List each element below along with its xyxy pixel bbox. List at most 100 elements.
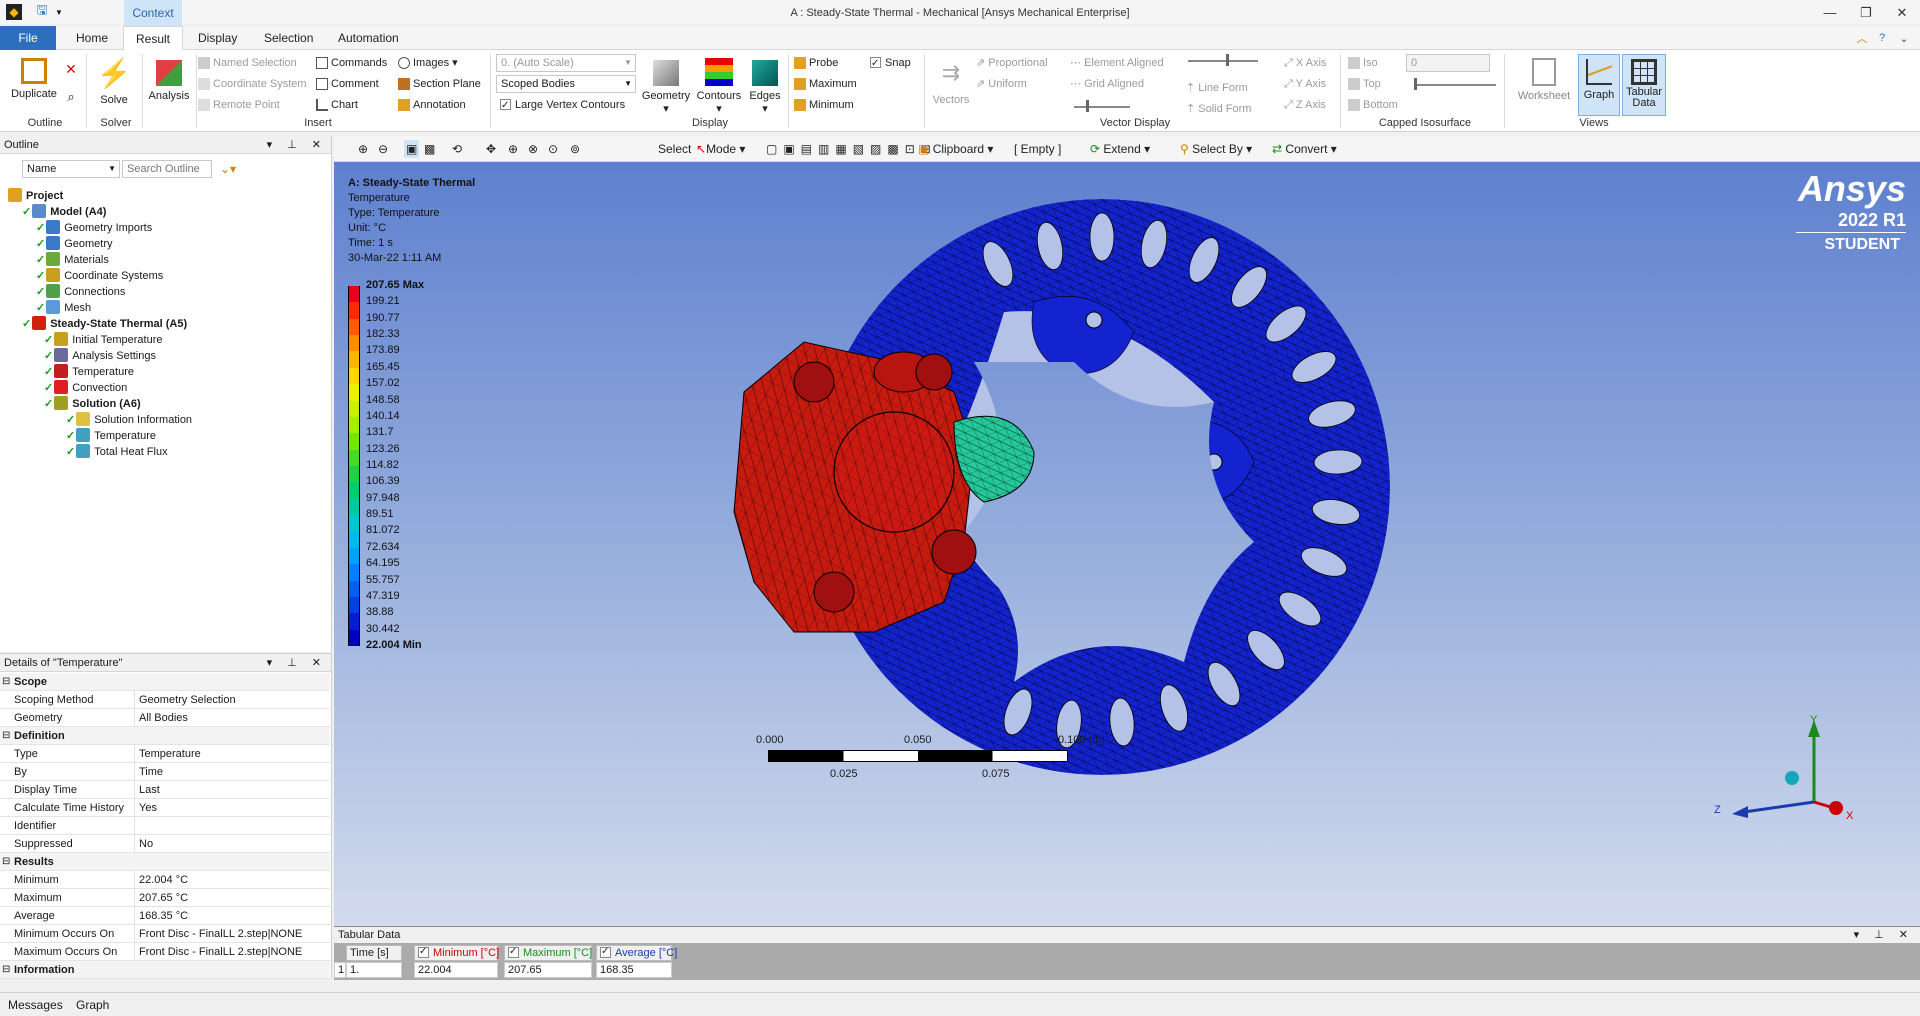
commands-button[interactable]: Commands [316, 54, 387, 72]
named-selection-button[interactable]: Named Selection [198, 54, 297, 72]
details-value[interactable]: All Bodies [134, 709, 330, 726]
geometry-display-button[interactable]: Geometry ▾ [638, 56, 694, 115]
comment-button[interactable]: Comment [316, 75, 379, 93]
column-visible-checkbox[interactable] [600, 945, 611, 959]
tabular-cell[interactable]: 22.004 [414, 962, 498, 978]
tabular-column-header[interactable]: Time [s] [346, 945, 402, 961]
clipboard-dropdown[interactable]: ▣ Clipboard ▾ [918, 140, 993, 158]
uniform-button[interactable]: ⇗ Uniform [976, 75, 1027, 93]
outline-tree-item[interactable]: ✓ Solution Information [66, 412, 192, 428]
vector-size-slider[interactable] [1188, 60, 1258, 62]
details-value[interactable]: Yes [134, 799, 330, 816]
tabular-column-header[interactable]: Maximum [°C] [504, 945, 592, 961]
graphics-viewport[interactable]: A: Steady-State Thermal Temperature Type… [334, 162, 1920, 926]
details-value[interactable]: Temperature [134, 745, 330, 762]
select-by-dropdown[interactable]: ⚲ Select By ▾ [1180, 140, 1252, 158]
snap-checkbox[interactable]: Snap [870, 54, 911, 73]
tabular-cell[interactable]: 168.35 [596, 962, 672, 978]
messages-tab[interactable]: Messages [8, 998, 63, 1012]
help-icon[interactable]: ? [1874, 30, 1890, 46]
outline-tree-item[interactable]: ✓ Temperature [44, 364, 134, 380]
column-visible-checkbox[interactable] [418, 945, 429, 959]
details-row[interactable]: Maximum 207.65 °C [0, 889, 330, 907]
outline-tree-item[interactable]: ✓ Total Heat Flux [66, 444, 168, 460]
tab-file[interactable]: File [0, 26, 56, 50]
solve-button[interactable]: ⚡ Solve [92, 56, 136, 107]
settings-icon[interactable]: ⌄ [1896, 30, 1912, 46]
coordinate-system-button[interactable]: Coordinate System [198, 75, 307, 93]
expand-icon[interactable]: ⊟ [2, 727, 10, 745]
details-group-header[interactable]: ⊟ Definition [0, 727, 330, 745]
details-row[interactable]: Minimum Occurs On Front Disc - FinalLL 2.… [0, 925, 330, 943]
details-panel-controls[interactable]: ▾ ⊥ ✕ [267, 654, 327, 672]
minimum-button[interactable]: Minimum [794, 96, 854, 114]
tabular-panel-controls[interactable]: ▾ ⊥ ✕ [1854, 927, 1914, 943]
section-plane-button[interactable]: Section Plane [398, 75, 481, 93]
shaded-view-icon[interactable]: ▣ [404, 140, 420, 158]
graph-tab[interactable]: Graph [76, 998, 109, 1012]
details-row[interactable]: Display Time Last [0, 781, 330, 799]
rotate-icon[interactable]: ⟲ [452, 140, 462, 158]
pan-icon[interactable]: ✥ [486, 140, 496, 158]
tab-result[interactable]: Result [123, 26, 183, 50]
quick-access-dropdown-icon[interactable]: ▼ [54, 4, 64, 20]
zoom-in-icon[interactable]: ⊕ [508, 140, 518, 158]
details-row[interactable]: Calculate Time History Yes [0, 799, 330, 817]
details-value[interactable]: 207.65 °C [134, 889, 330, 906]
details-value[interactable]: Geometry Selection [134, 691, 330, 708]
details-group-header[interactable]: ⊟ Information [0, 961, 330, 979]
images-button[interactable]: Images ▾ [398, 54, 458, 72]
proportional-button[interactable]: ⇗ Proportional [976, 54, 1048, 72]
details-value[interactable]: No [134, 835, 330, 852]
worksheet-button[interactable]: Worksheet [1514, 56, 1574, 102]
outline-tree-item[interactable]: ✓ Geometry Imports [36, 220, 152, 236]
tab-selection[interactable]: Selection [250, 26, 327, 50]
details-value[interactable] [134, 817, 330, 834]
vector-size-thumb[interactable] [1226, 54, 1229, 66]
extend-dropdown[interactable]: ⟳ Extend ▾ [1090, 140, 1150, 158]
remote-point-button[interactable]: Remote Point [198, 96, 280, 114]
details-row[interactable]: Type Temperature [0, 745, 330, 763]
outline-tree-item[interactable]: ✓ Initial Temperature [44, 332, 163, 348]
magnify-icon[interactable]: ⊚ [570, 140, 580, 158]
probe-button[interactable]: Probe [794, 54, 838, 72]
save-icon[interactable]: 🖫 [34, 2, 50, 20]
details-value[interactable]: Front Disc - FinalLL 2.step|NONE [134, 943, 330, 960]
select-label[interactable]: Select [658, 140, 691, 158]
tabular-data-view-button[interactable]: Tabular Data [1622, 54, 1666, 116]
delete-icon[interactable]: ✕ [64, 61, 78, 77]
collapse-ribbon-icon[interactable]: ︿ [1854, 30, 1870, 46]
scope-dropdown[interactable]: Scoped Bodies ▼ [496, 75, 636, 93]
vectors-button[interactable]: ⇉ Vectors [928, 56, 974, 106]
minimize-button[interactable]: — [1812, 2, 1848, 24]
tabular-column-header[interactable]: Minimum [°C] [414, 945, 499, 961]
expand-icon[interactable]: ⊟ [2, 853, 10, 871]
tabular-cell[interactable]: 207.65 [504, 962, 592, 978]
outline-tree-item[interactable]: ✓ Convection [44, 380, 127, 396]
outline-filter-options-icon[interactable]: ⌄▾ [216, 160, 240, 178]
maximum-button[interactable]: Maximum [794, 75, 857, 93]
expand-icon[interactable]: ⊟ [2, 673, 10, 691]
convert-dropdown[interactable]: ⇄ Convert ▾ [1272, 140, 1337, 158]
z-axis-button[interactable]: ⤢ Z Axis [1284, 96, 1326, 114]
outline-tree-item[interactable]: ✓ Model (A4) [22, 204, 106, 220]
details-row[interactable]: Maximum Occurs On Front Disc - FinalLL 2.… [0, 943, 330, 961]
details-value[interactable]: Time [134, 763, 330, 780]
outline-tree-item[interactable]: ✓ Geometry [36, 236, 113, 252]
y-axis-button[interactable]: ⤢ Y Axis [1284, 75, 1326, 93]
iso-slider[interactable] [1414, 84, 1496, 86]
model-render[interactable] [334, 162, 1920, 926]
details-row[interactable]: Minimum 22.004 °C [0, 871, 330, 889]
mode-dropdown[interactable]: ↖Mode ▾ [696, 140, 745, 158]
solid-form-button[interactable]: ⇡ Solid Form [1186, 100, 1251, 118]
iso-slider-thumb[interactable] [1414, 78, 1417, 90]
find-icon[interactable]: ⌕ [64, 89, 78, 104]
outline-tree-item[interactable]: ✓ Coordinate Systems [36, 268, 163, 284]
chart-button[interactable]: Chart [316, 96, 358, 114]
tab-display[interactable]: Display [184, 26, 251, 50]
details-value[interactable]: Front Disc - FinalLL 2.step|NONE [134, 925, 330, 942]
vector-length-thumb[interactable] [1086, 100, 1089, 112]
close-window-button[interactable]: ✕ [1884, 2, 1920, 24]
details-row[interactable]: Average 168.35 °C [0, 907, 330, 925]
duplicate-button[interactable]: Duplicate [6, 56, 62, 100]
